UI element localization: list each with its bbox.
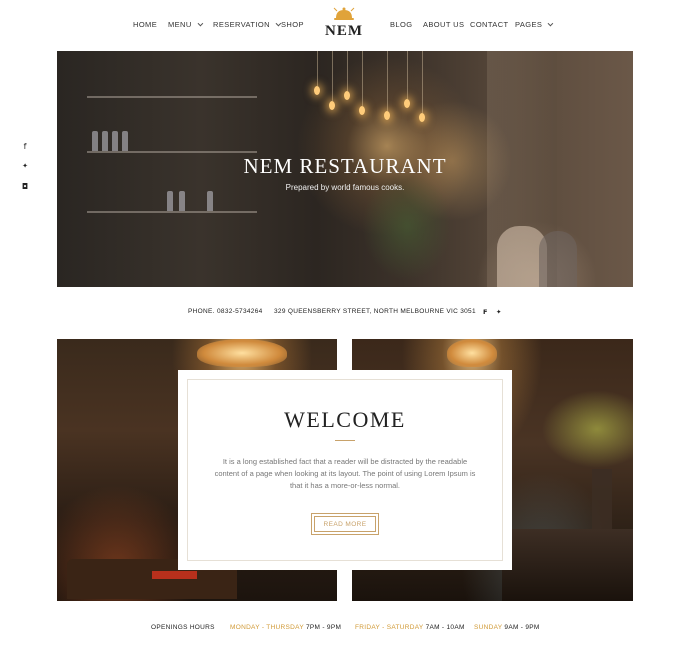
twitter-icon[interactable]: ✦: [496, 308, 502, 316]
lamp-wire: [362, 51, 363, 106]
light-bulb: [314, 86, 320, 95]
nav-item-pages[interactable]: PAGES: [515, 20, 554, 29]
nav-item-blog[interactable]: BLOG: [390, 20, 412, 29]
bottle: [102, 131, 108, 151]
nav-label: PAGES: [515, 20, 543, 29]
nav-item-contact[interactable]: CONTACT: [470, 20, 509, 29]
lamp-wire: [347, 51, 348, 91]
days-end: THURSDAY: [266, 624, 304, 631]
light-bulb: [359, 106, 365, 115]
days-separator: -: [380, 624, 387, 631]
days-start: MONDAY: [230, 624, 260, 631]
hero-subtitle: Prepared by world famous cooks.: [285, 183, 405, 192]
facebook-icon[interactable]: f: [483, 308, 488, 316]
shelf: [87, 211, 257, 213]
nav-label: SHOP: [281, 20, 304, 29]
hours-time: 7PM - 9PM: [305, 624, 342, 631]
nav-label: HOME: [133, 20, 158, 29]
hours-label: OPENINGS HOURS: [151, 624, 215, 631]
light-bulb: [404, 99, 410, 108]
bottle: [92, 131, 98, 151]
phone-number[interactable]: 0832-5734264: [217, 308, 263, 315]
nav-label: MENU: [168, 20, 192, 29]
read-more-label: READ MORE: [314, 516, 376, 532]
shelf: [87, 151, 257, 153]
chevron-down-icon: [547, 20, 554, 27]
chevron-down-icon: [197, 20, 203, 27]
hours-time: 9AM - 9PM: [504, 624, 540, 631]
days-start: FRIDAY: [355, 624, 381, 631]
nav-label: RESERVATION: [213, 20, 270, 29]
lamp-wire: [422, 51, 423, 113]
contact-bar: PHONE. 0832-5734264 329 QUEENSBERRY STRE…: [0, 308, 690, 320]
hours-group: FRIDAY - SATURDAY 7AM - 10AM: [355, 624, 465, 631]
light-bulb: [329, 101, 335, 110]
light-bulb: [384, 111, 390, 120]
hours-group: SUNDAY 9AM - 9PM: [474, 624, 540, 631]
chandelier: [447, 339, 497, 367]
nav-item-menu[interactable]: MENU: [168, 20, 203, 29]
cushion: [152, 571, 197, 579]
address: 329 QUEENSBERRY STREET, NORTH MELBOURNE …: [274, 308, 476, 315]
nav-label: CONTACT: [470, 20, 509, 29]
hours-time: 7AM - 10AM: [425, 624, 465, 631]
nav-label: BLOG: [390, 20, 413, 29]
hours-group: MONDAY - THURSDAY 7PM - 9PM: [230, 624, 341, 631]
nav-label: ABOUT US: [423, 20, 465, 29]
read-more-button[interactable]: READ MORE: [311, 513, 379, 535]
hero-banner: NEM RESTAURANT Prepared by world famous …: [57, 51, 633, 287]
nav-item-home[interactable]: HOME: [133, 20, 157, 29]
twitter-icon[interactable]: ✦: [18, 162, 32, 182]
logo-text: NEM: [325, 23, 363, 39]
bottle: [179, 191, 185, 211]
bar-counter: [502, 529, 633, 601]
hero-title: NEM RESTAURANT: [243, 154, 447, 178]
bottle: [207, 191, 213, 211]
top-navigation: HOME MENU RESERVATION SHOP NEM BLOG ABOU…: [0, 0, 690, 50]
bottle: [167, 191, 173, 211]
light-bulb: [344, 91, 350, 100]
lamp-wire: [332, 51, 333, 101]
nav-item-about-us[interactable]: ABOUT US: [423, 20, 464, 29]
guest: [539, 231, 577, 287]
bottle: [122, 131, 128, 151]
lamp-wire: [387, 51, 388, 111]
welcome-card: WELCOME It is a long established fact th…: [178, 370, 512, 570]
facebook-icon[interactable]: f: [18, 142, 32, 162]
social-sidebar: f ✦ ◘: [18, 142, 32, 202]
days-end: SATURDAY: [386, 624, 424, 631]
site-logo[interactable]: NEM: [314, 6, 374, 44]
opening-hours: OPENINGS HOURS MONDAY - THURSDAY 7PM - 9…: [0, 624, 690, 636]
serving-cloche-icon: [333, 7, 355, 20]
nav-item-shop[interactable]: SHOP: [281, 20, 304, 29]
phone-label: PHONE.: [188, 308, 215, 315]
light-bulb: [419, 113, 425, 122]
shelf: [87, 96, 257, 98]
instagram-icon[interactable]: ◘: [18, 182, 32, 202]
vase: [592, 469, 612, 529]
lamp-wire: [407, 51, 408, 99]
welcome-title: WELCOME: [284, 407, 406, 432]
chandelier: [197, 339, 287, 367]
days-start: SUNDAY: [474, 624, 503, 631]
divider: [335, 440, 355, 441]
bottle: [112, 131, 118, 151]
lamp-wire: [317, 51, 318, 86]
nav-item-reservation[interactable]: RESERVATION: [213, 20, 282, 29]
welcome-text: It is a long established fact that a rea…: [214, 457, 476, 490]
